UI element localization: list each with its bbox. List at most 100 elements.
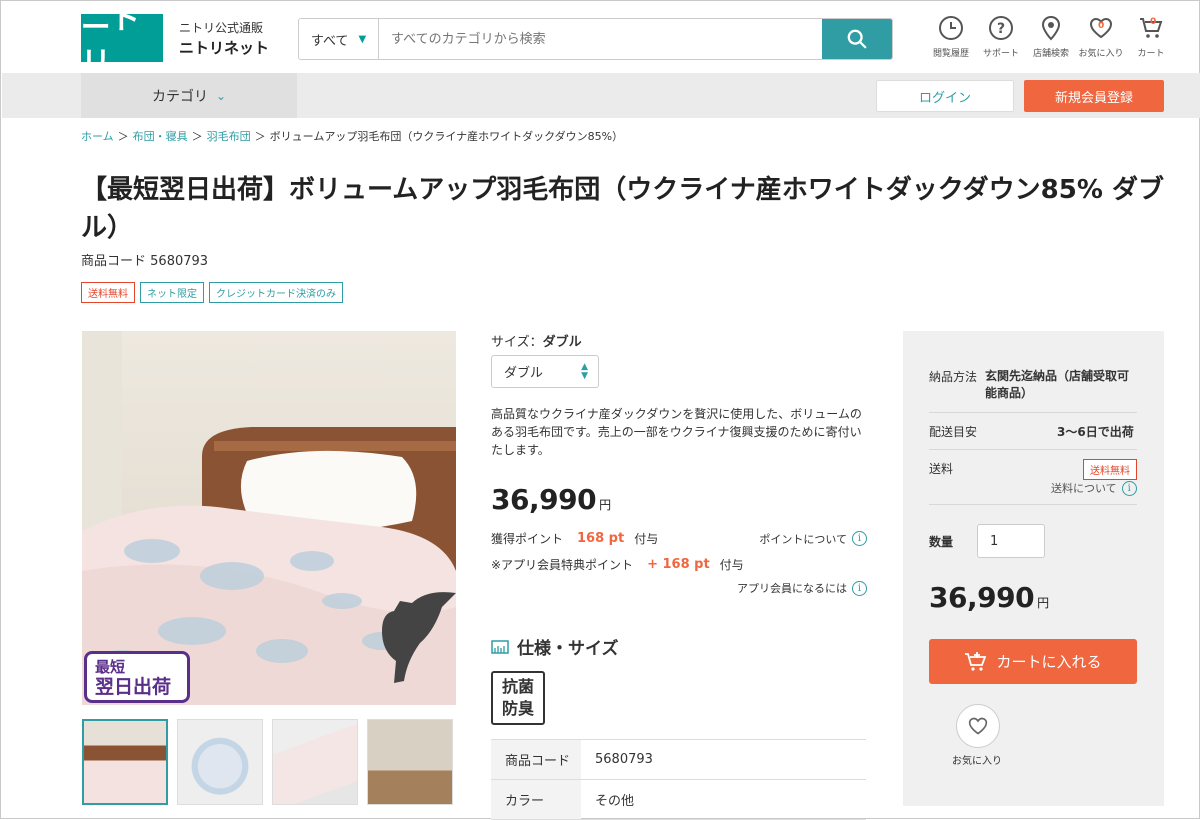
divider [929,412,1137,413]
shipping-info-text: 送料について [1051,482,1117,495]
delivery-method-label: 納品方法 [929,370,978,384]
quantity-label: 数量 [929,535,954,549]
size-select[interactable]: ダブル ▲ ▼ [491,355,599,388]
size-label-value: ダブル [542,335,582,350]
thumbnail-2[interactable] [177,719,263,805]
favorites-count: 0 [1098,21,1105,31]
header-icons: 閲覧履歴 ? サポート 店舗検索 0 お気に入り 0 カート [926,15,1176,59]
table-row: カラー その他 [491,780,866,820]
history-link[interactable]: 閲覧履歴 [926,15,976,59]
points-info-link[interactable]: ポイントについて i [759,531,867,547]
spec-value: 5680793 [595,752,653,767]
info-icon: i [1121,480,1137,496]
points-info-text: ポイントについて [759,532,847,546]
search-button[interactable] [822,19,892,59]
app-points-value: + 168 pt [647,557,710,572]
product-code-label: 商品コード [81,254,147,269]
breadcrumb-down-futon[interactable]: 羽毛布団 [207,128,251,144]
product-title: 【最短翌日出荷】ボリュームアップ羽毛布団（ウクライナ産ホワイトダックダウン85%… [81,175,1164,243]
price-currency: 円 [599,498,611,512]
size-label-text: サイズ： [491,335,543,350]
breadcrumb-home[interactable]: ホーム [81,128,114,144]
support-link[interactable]: ? サポート [976,15,1026,59]
antibacterial-icon: 抗菌 防臭 [491,671,545,725]
search-bar: すべて ▼ [298,18,893,60]
product-badges: 送料無料 ネット限定 クレジットカード決済のみ [81,282,343,303]
store-search-link[interactable]: 店舗検索 [1026,15,1076,59]
chevron-down-icon: ⌄ [215,88,227,103]
app-member-link[interactable]: アプリ会員になるには i [737,580,867,596]
antibacterial-line1: 抗菌 [501,677,534,696]
quantity-input[interactable]: 1 [977,524,1045,558]
product-code: 商品コード 5680793 [81,250,208,269]
info-icon: i [852,531,867,546]
thumbnail-4[interactable] [367,719,453,805]
spec-heading-text: 仕様・サイズ [517,639,619,659]
heart-icon [968,717,988,735]
signup-button[interactable]: 新規会員登録 [1024,80,1164,112]
points-label: 獲得ポイント [491,532,564,546]
chevron-down-icon: ▼ [358,33,367,45]
points-value: 168 pt [577,531,625,546]
purchase-panel [903,331,1164,806]
express-shipping-overlay: 最短 翌日出荷 [84,651,190,703]
store-search-label: 店舗検索 [1032,49,1069,59]
login-button[interactable]: ログイン [876,80,1014,112]
search-scope-label: すべて [310,33,349,49]
app-points-row: ※アプリ会員特典ポイント + 168 pt 付与 [491,556,744,573]
points-suffix: 付与 [634,532,659,546]
app-member-text: アプリ会員になるには [737,582,847,595]
express-line1: 最短 [95,658,126,676]
brand-name[interactable]: ニトリネット [179,37,269,58]
breadcrumb-separator: ＞ [117,130,129,143]
shipping-info-link[interactable]: 送料について i [1051,480,1137,496]
brand-tagline: ニトリ公式通販 [179,21,264,35]
breadcrumb-separator: ＞ [191,130,203,143]
search-scope-select[interactable]: すべて ▼ [299,19,379,59]
delivery-method-value: 玄関先迄納品（店舗受取可能商品） [985,369,1130,400]
points-row: 獲得ポイント 168 pt 付与 ポイントについて i [491,530,867,547]
favorites-link[interactable]: 0 お気に入り [1076,15,1126,59]
nitori-logo[interactable]: ニトリ [81,2,163,81]
breadcrumb-separator: ＞ [254,130,266,143]
info-icon: i [852,580,867,596]
price-value: 36,990 [491,483,597,516]
antibacterial-line2: 防臭 [501,699,534,718]
thumbnail-1[interactable] [82,719,168,805]
spec-key: 商品コード [491,740,581,779]
main-product-image[interactable]: 最短 翌日出荷 [82,331,456,705]
delivery-eta-label: 配送目安 [929,425,978,439]
favorite-label: お気に入り [952,756,1002,767]
breadcrumb-bedding[interactable]: 布団・寝具 [133,128,188,144]
image-thumbnails [82,719,453,805]
shipping-label: 送料 [929,462,954,476]
app-points-label: ※アプリ会員特典ポイント [491,558,634,572]
add-to-cart-button[interactable]: カートに入れる [929,639,1137,684]
breadcrumb: ホーム＞ 布団・寝具＞ 羽毛布団＞ ボリュームアップ羽毛布団（ウクライナ産ホワイ… [81,128,623,144]
breadcrumb-current: ボリュームアップ羽毛布団（ウクライナ産ホワイトダックダウン85%） [269,130,624,143]
history-icon [939,16,963,40]
updown-icon: ▲ ▼ [581,361,588,381]
cart-link[interactable]: 0 カート [1126,15,1176,59]
shipping-free-badge: 送料無料 [1083,459,1137,480]
support-label: サポート [982,49,1019,59]
product-price: 36,990 円 [491,483,611,516]
size-select-value: ダブル [504,366,544,381]
favorite-button[interactable] [956,704,1000,748]
search-input[interactable] [379,19,822,59]
spec-key: カラー [491,780,581,819]
divider [929,504,1137,505]
app-points-suffix: 付与 [719,558,744,572]
category-label: カテゴリ [151,88,208,105]
table-row: 商品コード 5680793 [491,740,866,780]
sidebar-price-currency: 円 [1037,596,1049,610]
thumbnail-3[interactable] [272,719,358,805]
sidebar-price-value: 36,990 [929,581,1035,614]
category-menu-button[interactable]: カテゴリ ⌄ [81,73,297,118]
size-label: サイズ：ダブル [491,331,582,350]
net-only-badge: ネット限定 [140,282,204,303]
product-description: 高品質なウクライナ産ダックダウンを贅沢に使用した、ボリュームのある羽毛布団です。… [491,407,862,457]
spec-table: 商品コード 5680793 カラー その他 [491,739,866,820]
divider [929,449,1137,450]
add-to-cart-label: カートに入れる [996,653,1102,671]
